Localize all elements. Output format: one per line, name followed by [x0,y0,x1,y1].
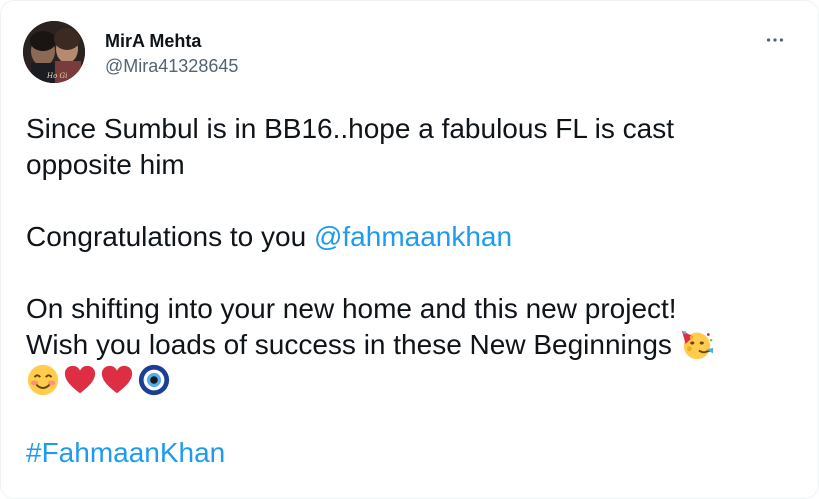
mention-link[interactable]: @fahmaankhan [314,221,512,252]
svg-text:Ho Gi: Ho Gi [46,72,67,80]
hashtag-link[interactable]: #FahmaanKhan [26,437,225,468]
congrats-text: Congratulations to you [26,221,314,252]
red-heart-icon [63,363,97,397]
tweet-text: Since Sumbul is in BB16..hope a fabulous… [26,111,796,471]
tweet-line: Wish you loads of success in these New B… [26,327,796,363]
red-heart-icon [100,363,134,397]
emoji-row [26,363,796,399]
user-info: MirA Mehta @Mira41328645 [105,30,238,77]
tweet-line: opposite him [26,149,185,180]
smiling-face-icon [26,363,60,397]
tweet-line: Congratulations to you @fahmaankhan [26,219,796,255]
more-horizontal-icon [766,38,784,42]
nazar-amulet-icon [137,363,171,397]
tweet-line-text: Wish you loads of success in these New B… [26,329,680,360]
display-name[interactable]: MirA Mehta [105,30,238,52]
user-handle[interactable]: @Mira41328645 [105,55,238,77]
more-options-button[interactable] [758,27,792,53]
tweet-line: Since Sumbul is in BB16..hope a fabulous… [26,113,674,144]
tweet-card[interactable]: Ho Gi MirA Mehta @Mira41328645 Since Sum… [0,0,819,499]
avatar[interactable]: Ho Gi [23,21,85,83]
tweet-line: #FahmaanKhan [26,435,796,471]
partying-face-icon [680,327,714,361]
tweet-line: On shifting into your new home and this … [26,293,677,324]
